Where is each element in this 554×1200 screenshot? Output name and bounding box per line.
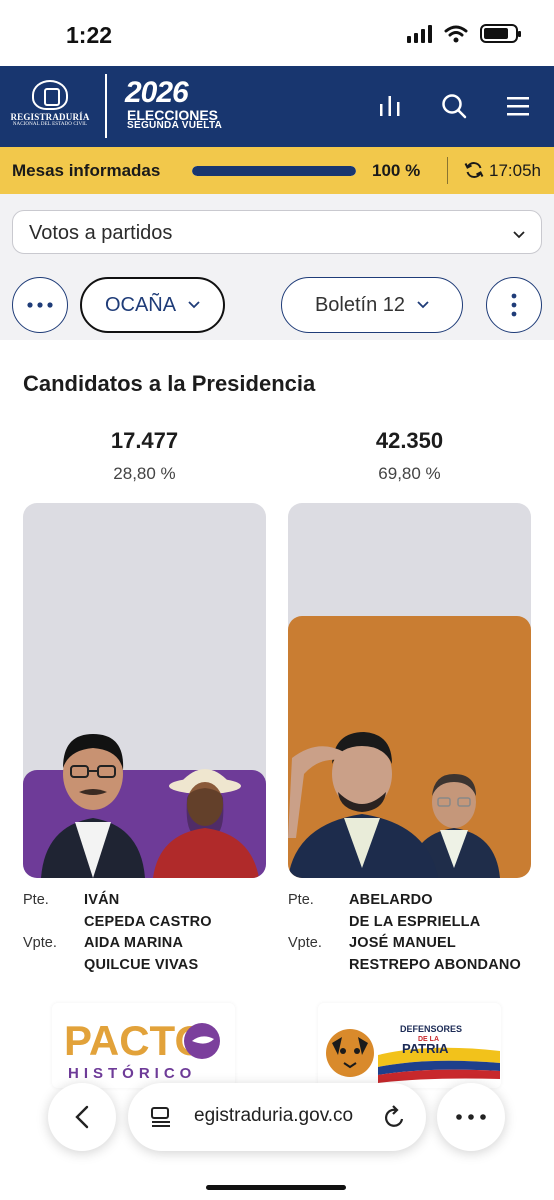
city-filter-button[interactable]: OCAÑA <box>80 277 225 333</box>
logo-text-name: DEFENSORES <box>400 1024 462 1034</box>
president-role-label: Pte. <box>288 892 314 908</box>
vote-type-value: Votos a partidos <box>29 222 173 244</box>
refresh-icon[interactable] <box>464 160 484 180</box>
vice-role-label: Vpte. <box>23 935 57 951</box>
address-bar[interactable]: egistraduria.gov.co <box>128 1083 426 1151</box>
coat-of-arms-icon <box>32 80 68 110</box>
header-divider <box>105 74 107 138</box>
progress-label: Mesas informadas <box>12 161 161 180</box>
page-menu-icon[interactable] <box>150 1107 172 1127</box>
header-actions <box>376 92 532 120</box>
election-round: SEGUNDA VUELTA <box>127 120 223 131</box>
vice-role-label: Vpte. <box>288 935 322 951</box>
chevron-left-icon <box>75 1105 89 1129</box>
vice-first-name: JOSÉ MANUEL <box>349 935 456 951</box>
wifi-icon <box>444 25 468 42</box>
more-vertical-icon <box>511 293 517 317</box>
candidate-votes: 17.477 <box>110 428 179 453</box>
president-first-name: ABELARDO <box>349 892 433 908</box>
candidate-names: Pte. IVÁN CEPEDA CASTRO Vpte. AIDA MARINA … <box>23 890 283 976</box>
progress-strip: Mesas informadas 100 % 17:05h <box>0 147 554 194</box>
city-filter-label: OCAÑA <box>104 293 177 316</box>
filter-area: Votos a partidos OCAÑA Boletín 12 <box>0 194 554 340</box>
bar-chart-icon[interactable] <box>376 92 404 120</box>
bulletin-filter-label: Boletín 12 <box>314 293 406 316</box>
browser-toolbar: egistraduria.gov.co <box>0 1070 554 1200</box>
search-icon[interactable] <box>440 92 468 120</box>
logo-name: REGISTRADURÍA <box>10 112 90 122</box>
chevron-down-icon <box>188 301 200 309</box>
cellular-signal-icon <box>407 24 432 43</box>
bulletin-filter-button[interactable]: Boletín 12 <box>281 277 463 333</box>
section-title: Candidatos a la Presidencia <box>23 371 316 396</box>
president-role-label: Pte. <box>23 892 49 908</box>
candidate-photo <box>41 734 259 878</box>
candidate-percent: 28,80 % <box>113 464 176 483</box>
battery-level <box>484 28 508 39</box>
registraduria-logo[interactable]: REGISTRADURÍA NACIONAL DEL ESTADO CIVIL <box>8 80 92 127</box>
president-first-name: IVÁN <box>84 892 120 908</box>
more-options-button[interactable] <box>12 277 68 333</box>
candidate-vote-bar <box>288 503 531 878</box>
home-indicator <box>206 1185 346 1190</box>
president-last-name: DE LA ESPRIELLA <box>349 913 481 930</box>
chevron-down-icon <box>417 301 429 309</box>
candidate-photo <box>288 732 500 878</box>
more-horizontal-icon <box>456 1114 486 1120</box>
candidate-votes: 42.350 <box>375 428 444 453</box>
status-icons <box>407 24 521 43</box>
election-year: 2026 <box>125 76 189 109</box>
progress-bar-fill <box>192 166 356 176</box>
progress-divider <box>447 157 448 184</box>
more-horizontal-icon <box>27 302 53 308</box>
vice-last-name: RESTREPO ABONDANO <box>349 956 522 973</box>
progress-percent: 100 % <box>372 161 421 180</box>
vice-last-name: QUILCUE VIVAS <box>84 956 199 973</box>
battery-icon <box>480 24 521 43</box>
app-header: REGISTRADURÍA NACIONAL DEL ESTADO CIVIL … <box>0 66 554 147</box>
progress-bar <box>192 166 356 176</box>
candidate-names: Pte. ABELARDO DE LA ESPRIELLA Vpte. JOSÉ M… <box>288 890 548 976</box>
browser-more-button[interactable] <box>437 1083 505 1151</box>
candidate-vote-bar <box>23 503 266 878</box>
menu-icon[interactable] <box>504 92 532 120</box>
url-text: egistraduria.gov.co <box>194 1105 354 1126</box>
vote-type-select[interactable]: Votos a partidos <box>12 210 542 254</box>
chevron-down-icon <box>513 231 525 239</box>
back-button[interactable] <box>48 1083 116 1151</box>
candidate-percent: 69,80 % <box>378 464 441 483</box>
logo-subtitle: NACIONAL DEL ESTADO CIVIL <box>12 122 88 127</box>
status-time: 1:22 <box>66 22 113 48</box>
president-last-name: CEPEDA CASTRO <box>84 913 212 930</box>
reload-icon[interactable] <box>384 1105 406 1129</box>
update-time: 17:05h <box>489 161 541 180</box>
logo-text-sub: PATRIA <box>402 1041 449 1056</box>
kebab-menu-button[interactable] <box>486 277 542 333</box>
status-bar: 1:22 <box>0 0 554 66</box>
vice-first-name: AIDA MARINA <box>84 935 184 951</box>
